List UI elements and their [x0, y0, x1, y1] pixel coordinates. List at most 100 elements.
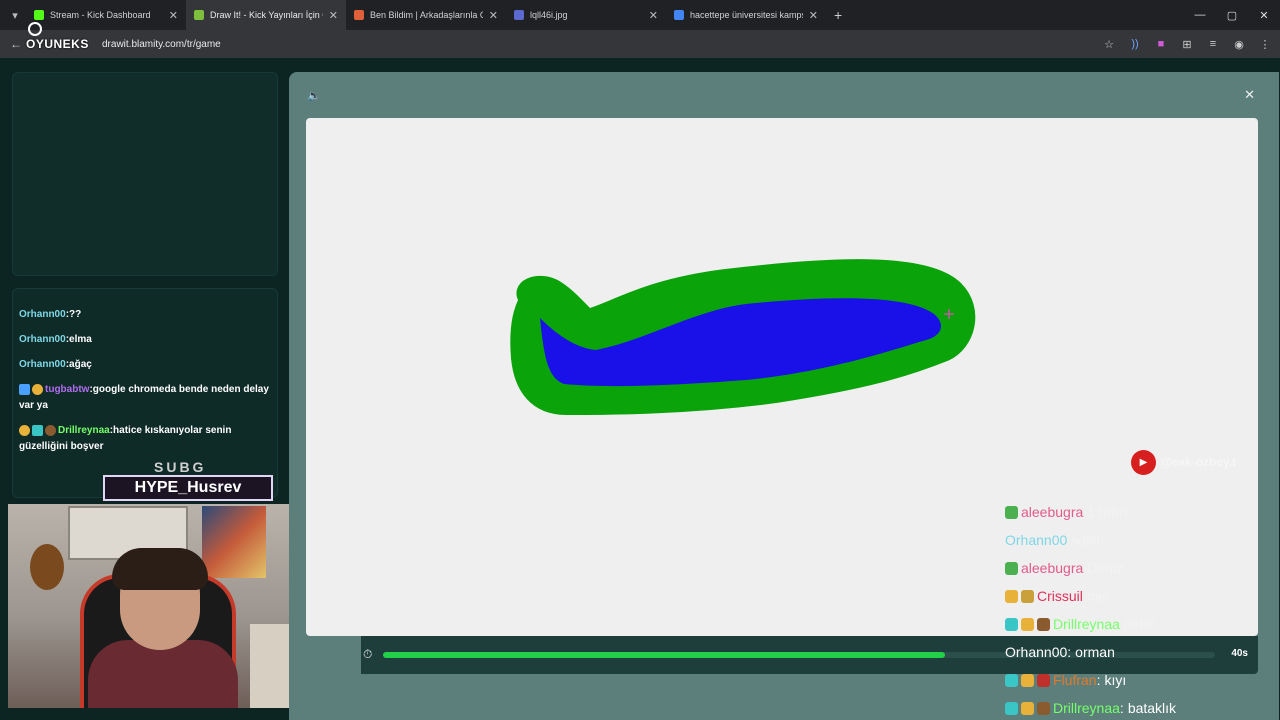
- badge-icon: [1021, 589, 1034, 603]
- chat-text: elma: [69, 334, 92, 345]
- chat-username[interactable]: Orhann00: [19, 359, 66, 370]
- badge-icon: [1037, 617, 1050, 631]
- close-icon[interactable]: ✕: [1244, 87, 1255, 103]
- badge-icon: [45, 424, 56, 436]
- logo-mark-icon: [28, 22, 42, 36]
- minimize-icon[interactable]: —: [1184, 9, 1216, 21]
- overlay-text: 1 tırtırı: [1087, 504, 1128, 520]
- overlay-text: kıyı: [1104, 672, 1127, 688]
- browser-tab[interactable]: Ben Bildim | Arkadaşlarınla Onl ✕: [346, 0, 506, 30]
- overlay-username: Drillreynaa: [1053, 616, 1120, 632]
- toolbar-icons: ☆ )) ■ ⊞ ≡ ◉ ⋮: [1102, 30, 1272, 58]
- overlay-username: Drillreynaa: [1053, 700, 1120, 716]
- badge-icon: [19, 424, 30, 436]
- address-bar: ← drawit.blamity.com/tr/game ☆ )) ■ ⊞ ≡ …: [0, 30, 1280, 58]
- tab-favicon-icon: [514, 10, 524, 20]
- bookmark-star-icon[interactable]: ☆: [1102, 38, 1116, 51]
- channel-logo: OYUNEKS: [26, 22, 89, 51]
- overlay-chat-message: Crissuil mis: [1005, 582, 1275, 610]
- new-tab-button[interactable]: +: [834, 7, 842, 23]
- back-icon[interactable]: ←: [10, 37, 22, 51]
- tab-label: Draw It! - Kick Yayınları İçin Çizi: [210, 10, 323, 20]
- tab-close-icon[interactable]: ✕: [329, 9, 338, 22]
- badge-icon: [1037, 701, 1050, 715]
- menu-icon[interactable]: ⋮: [1258, 38, 1272, 51]
- maximize-icon[interactable]: ▢: [1216, 9, 1248, 22]
- tab-search-icon[interactable]: ▾: [4, 4, 26, 26]
- streamer-hair: [112, 548, 208, 590]
- streamer-shirt: [88, 640, 238, 708]
- overlay-chat-message: Drillreynaa: bataklık: [1005, 694, 1275, 720]
- separator: :: [1096, 672, 1101, 688]
- badge-icon: [1005, 589, 1018, 603]
- badge-icon: [1021, 701, 1034, 715]
- stream-chat: Orhann00:?? Orhann00:elma Orhann00:ağaç tug…: [12, 288, 278, 498]
- badge-icon: [1005, 561, 1018, 575]
- tab-label: Ben Bildim | Arkadaşlarınla Onl: [370, 10, 483, 20]
- badge-icon: [1005, 701, 1018, 715]
- url-field[interactable]: drawit.blamity.com/tr/game: [102, 39, 221, 50]
- badge-icon: [1037, 673, 1050, 687]
- tab-label: Stream - Kick Dashboard: [50, 10, 151, 20]
- extension-icon[interactable]: )): [1128, 38, 1142, 50]
- chat-message: Orhann00:??: [19, 309, 82, 320]
- separator: :: [1067, 644, 1072, 660]
- chat-message: Orhann00:elma: [19, 334, 92, 345]
- overlay-username: aleebugra: [1021, 560, 1084, 576]
- overlay-username: Orhann00: [1005, 644, 1068, 660]
- extension-icon[interactable]: ■: [1154, 38, 1168, 50]
- chat-username[interactable]: Orhann00: [19, 334, 66, 345]
- badge-icon: [1021, 673, 1034, 687]
- overlay-text: nehir: [1123, 616, 1156, 632]
- youtube-icon: ▶: [1131, 450, 1156, 475]
- badge-icon: [32, 383, 43, 395]
- tab-bar: ▾ Stream - Kick Dashboard ✕ Draw It! - Kic…: [0, 0, 1280, 30]
- overlay-text: mis: [1086, 588, 1109, 604]
- stopwatch-icon: ⏱: [363, 647, 373, 661]
- browser-tab[interactable]: Draw It! - Kick Yayınları İçin Çizi ✕: [186, 0, 346, 30]
- browser-tab[interactable]: hacettepe üniversitesi kamps - ✕: [666, 0, 826, 30]
- chat-username[interactable]: Orhann00: [19, 309, 66, 320]
- browser-tab[interactable]: lqll46i.jpg ✕: [506, 0, 666, 30]
- tab-favicon-icon: [354, 10, 364, 20]
- tab-favicon-icon: [194, 10, 204, 20]
- tab-close-icon[interactable]: ✕: [489, 9, 498, 22]
- tab-close-icon[interactable]: ✕: [809, 9, 818, 22]
- puzzle-icon[interactable]: ⊞: [1180, 38, 1194, 51]
- overlay-chat-message: Orhann00: orman: [1005, 638, 1275, 666]
- badge-icon: [1021, 617, 1034, 631]
- logo-text: OYUNEKS: [26, 37, 89, 51]
- separator: :: [1119, 700, 1124, 716]
- close-window-icon[interactable]: ✕: [1248, 9, 1280, 22]
- overlay-text: bataklık: [1127, 700, 1177, 716]
- window-controls: — ▢ ✕: [1184, 0, 1280, 30]
- side-panel: [12, 72, 278, 276]
- overlay-chat-message: aleebugra Deniz: [1005, 554, 1275, 582]
- overlay-username: Crissuil: [1037, 588, 1083, 604]
- tab-label: lqll46i.jpg: [530, 10, 568, 20]
- tab-close-icon[interactable]: ✕: [169, 9, 178, 22]
- overlay-username: Flufran: [1053, 672, 1097, 688]
- tab-favicon-icon: [674, 10, 684, 20]
- cam-poster: [202, 506, 266, 578]
- badge-icon: [1005, 673, 1018, 687]
- profile-icon[interactable]: ◉: [1232, 38, 1246, 51]
- timer-progress-fill: [383, 652, 945, 658]
- overlay-username: aleebugra: [1021, 504, 1084, 520]
- chat-username[interactable]: Drillreynaa: [58, 425, 110, 436]
- tab-close-icon[interactable]: ✕: [649, 9, 658, 22]
- badge-icon: [1005, 505, 1018, 519]
- overlay-text: orman: [1075, 644, 1115, 660]
- sound-icon[interactable]: 🔈: [307, 89, 321, 102]
- sub-label: SUBG: [154, 459, 207, 475]
- tab-favicon-icon: [34, 10, 44, 20]
- chat-text: ağaç: [69, 359, 92, 370]
- chat-username[interactable]: tugbabtw: [45, 384, 89, 395]
- badge-icon: [32, 424, 43, 436]
- sword-badge-icon: [19, 383, 30, 395]
- chat-message: Drillreynaa:hatice kıskanıyolar senin gü…: [19, 424, 232, 452]
- media-icon[interactable]: ≡: [1206, 38, 1220, 50]
- overlay-chat: aleebugra 1 tırtırı Orhann00 solid aleebugra…: [1005, 498, 1275, 720]
- guitar: [30, 544, 64, 590]
- overlay-chat-message: Flufran: kıyı: [1005, 666, 1275, 694]
